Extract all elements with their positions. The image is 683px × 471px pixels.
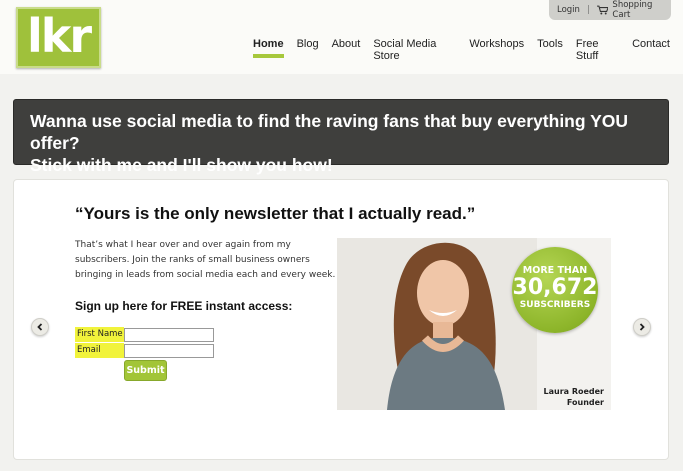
banner-line-2: Stick with me and I'll show you how! (30, 155, 333, 175)
slider-prev-button[interactable] (31, 318, 49, 336)
photo-caption: Laura Roeder Founder (539, 386, 605, 408)
first-name-input[interactable] (124, 327, 214, 342)
nav-item-contact[interactable]: Contact (632, 38, 670, 58)
shopping-cart-icon[interactable] (596, 5, 609, 15)
nav-item-workshops[interactable]: Workshops (469, 38, 524, 58)
email-row: Email (75, 343, 214, 358)
email-label: Email (75, 343, 124, 358)
nav-item-tools[interactable]: Tools (537, 38, 563, 58)
nav-item-about[interactable]: About (332, 38, 361, 58)
banner-line-1: Wanna use social media to find the ravin… (30, 111, 629, 153)
slider-next-button[interactable] (633, 318, 651, 336)
utility-bar: Login | Shopping Cart (549, 0, 671, 20)
main-nav: Home Blog About Social Media Store Works… (253, 38, 683, 62)
chevron-left-icon (37, 323, 43, 331)
caption-title: Founder (566, 398, 604, 407)
nav-item-free-stuff[interactable]: Free Stuff (576, 38, 619, 62)
testimonial-quote: “Yours is the only newsletter that I act… (75, 204, 476, 223)
site-header: lkr Login | Shopping Cart Home Blog Abou… (0, 0, 683, 74)
headline-banner: Wanna use social media to find the ravin… (13, 99, 669, 175)
chevron-right-icon (639, 323, 645, 331)
hero-panel: “Yours is the only newsletter that I act… (13, 179, 669, 460)
subscriber-badge: MORE THAN 30,672 SUBSCRIBERS (512, 247, 598, 333)
login-link[interactable]: Login (557, 5, 580, 15)
first-name-row: First Name (75, 327, 214, 342)
email-input[interactable] (124, 343, 214, 358)
signup-heading: Sign up here for FREE instant access: (75, 299, 293, 313)
site-logo[interactable]: lkr (16, 7, 101, 68)
caption-name: Laura Roeder (543, 387, 605, 396)
submit-button[interactable]: Submit (124, 360, 167, 381)
nav-item-social-media-store[interactable]: Social Media Store (373, 38, 456, 62)
nav-item-home[interactable]: Home (253, 38, 284, 58)
utility-separator: | (586, 5, 590, 15)
badge-count: 30,672 (512, 275, 598, 300)
badge-bottom-text: SUBSCRIBERS (519, 300, 591, 310)
intro-text: That’s what I hear over and over again f… (75, 240, 336, 280)
shopping-cart-link[interactable]: Shopping Cart (612, 0, 671, 20)
first-name-label: First Name (75, 327, 124, 342)
nav-item-blog[interactable]: Blog (297, 38, 319, 58)
